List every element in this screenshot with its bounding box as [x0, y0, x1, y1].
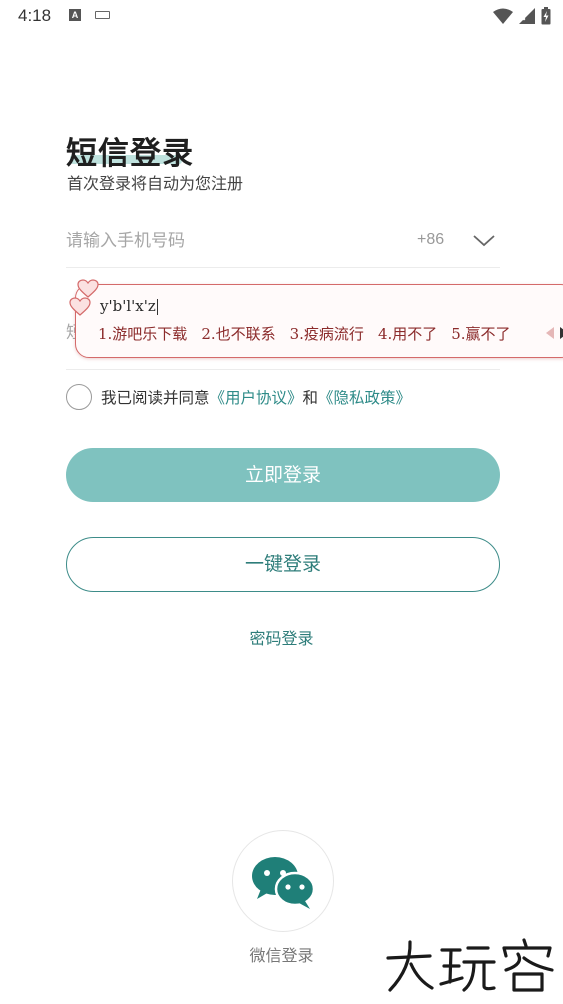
ime-candidate[interactable]: 1.游吧乐下载 — [98, 323, 187, 344]
ime-candidate[interactable]: 5.赢不了 — [451, 323, 510, 344]
text-caret — [156, 299, 158, 315]
battery-charging-icon — [541, 7, 551, 25]
signal-icon — [519, 8, 535, 24]
page-subtitle: 首次登录将自动为您注册 — [67, 174, 244, 193]
heart-icon — [69, 297, 91, 316]
wechat-icon — [252, 857, 316, 909]
ime-candidate[interactable]: 2.也不联系 — [201, 323, 275, 344]
user-agreement-link[interactable]: 《用户协议》 — [210, 386, 303, 408]
a-notification-icon: A — [69, 9, 81, 21]
heart-icon — [77, 279, 99, 298]
password-login-link[interactable]: 密码登录 — [0, 625, 563, 649]
agreement-and: 和 — [302, 389, 319, 407]
ime-composition-text: y'b'l'x'z — [100, 297, 156, 315]
ime-candidate-list: 1.游吧乐下载 2.也不联系 3.疫病流行 4.用不了 5.赢不了 — [98, 323, 511, 344]
keyboard-icon — [95, 11, 110, 19]
agreement-prefix: 我已阅读并同意 — [101, 389, 210, 407]
wifi-icon — [493, 8, 513, 24]
login-button[interactable]: 立即登录 — [66, 448, 500, 502]
agreement-checkbox[interactable] — [66, 384, 92, 410]
one-key-login-button[interactable]: 一键登录 — [66, 537, 500, 592]
ime-candidate[interactable]: 4.用不了 — [378, 323, 437, 344]
country-code[interactable]: +86 — [417, 231, 444, 249]
status-icons — [493, 6, 551, 26]
ime-candidate[interactable]: 3.疫病流行 — [290, 323, 364, 344]
status-time: 4:18 — [18, 6, 52, 25]
ime-composition: y'b'l'x'z — [100, 297, 158, 315]
ime-candidate-popup: y'b'l'x'z 1.游吧乐下载 2.也不联系 3.疫病流行 4.用不了 5.… — [69, 279, 563, 358]
privacy-policy-link[interactable]: 《隐私政策》 — [318, 386, 411, 408]
phone-field-row: +86 — [66, 222, 500, 268]
page-title: 短信登录 — [66, 136, 194, 172]
phone-input[interactable] — [66, 226, 386, 256]
watermark-logo — [386, 938, 554, 992]
ime-prev-page-icon[interactable] — [546, 327, 554, 339]
wechat-login-button[interactable] — [232, 830, 334, 932]
chevron-down-icon[interactable] — [472, 232, 496, 248]
status-bar: 4:18 A — [0, 0, 563, 32]
agreement-row: 我已阅读并同意 《用户协议》 和 《隐私政策》 — [66, 383, 411, 411]
